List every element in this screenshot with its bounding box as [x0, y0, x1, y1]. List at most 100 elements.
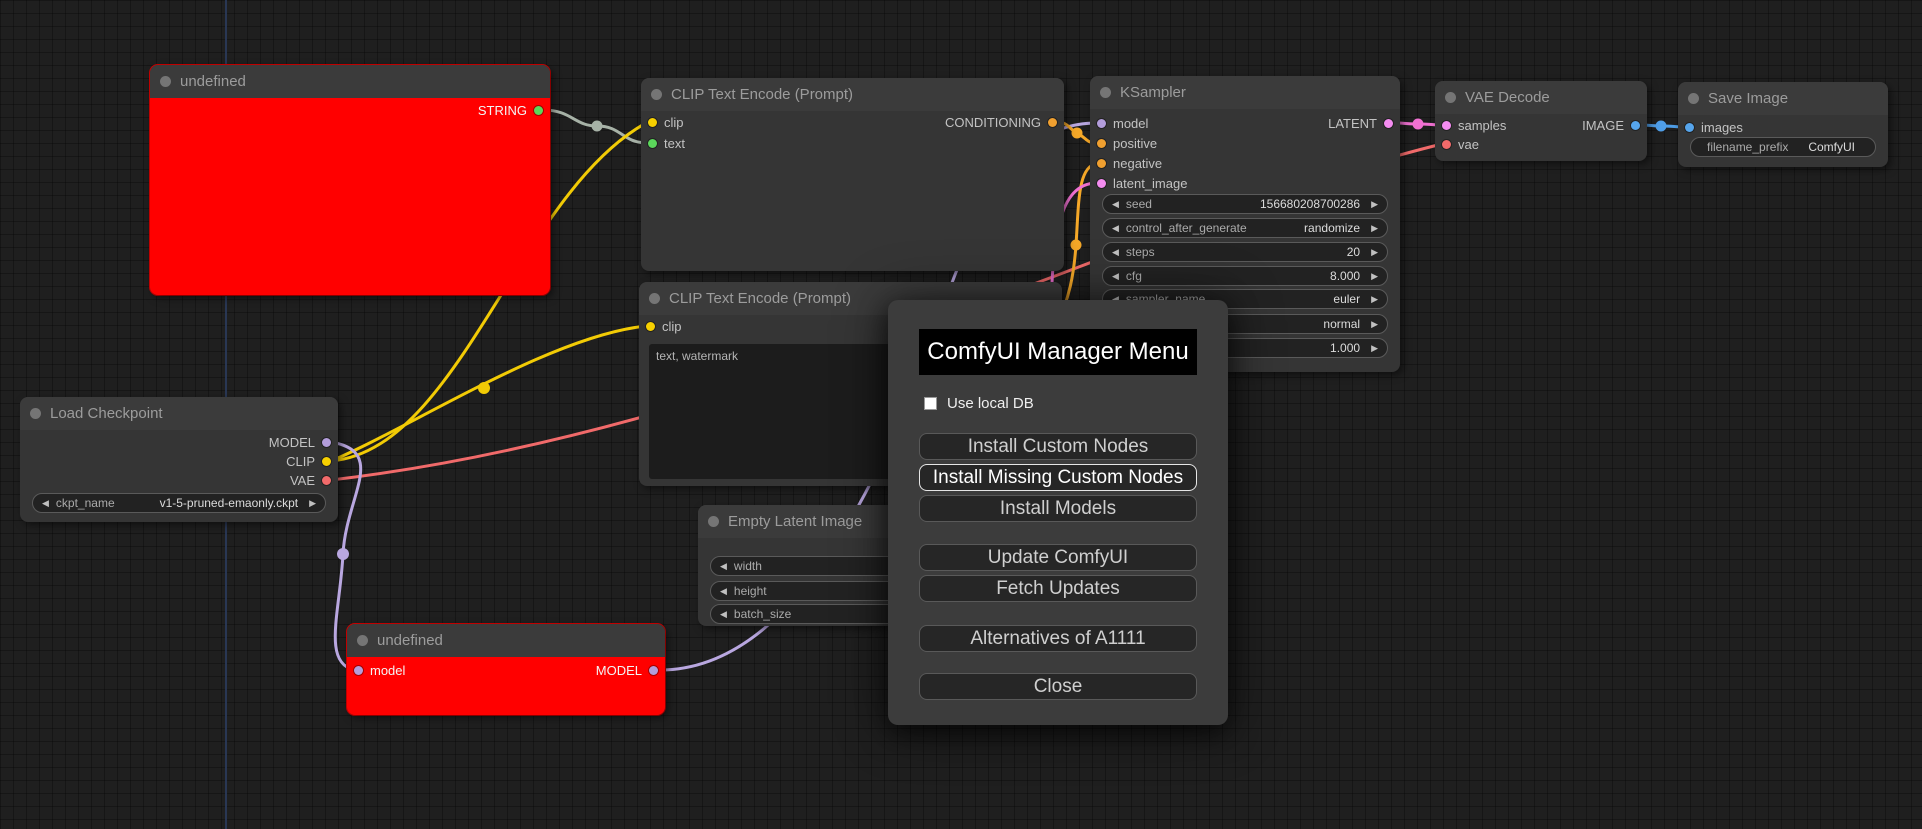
input-dot-images[interactable] [1685, 122, 1694, 132]
increment-arrow-icon[interactable]: ▶ [1371, 199, 1378, 209]
input-dot-clip[interactable] [646, 321, 655, 331]
update-comfyui-button[interactable]: Update ComfyUI [919, 544, 1197, 571]
output-dot-clip[interactable] [322, 456, 331, 466]
dialog-title: ComfyUI Manager Menu [919, 329, 1197, 375]
increment-arrow-icon[interactable]: ▶ [1371, 247, 1378, 257]
collapse-dot-icon[interactable] [30, 408, 41, 419]
node-title-bar[interactable]: CLIP Text Encode (Prompt) [641, 78, 1064, 111]
input-dot-text[interactable] [648, 138, 657, 148]
node-body [641, 111, 1064, 271]
input-dot-vae[interactable] [1442, 139, 1451, 149]
decrement-arrow-icon[interactable]: ◀ [1112, 199, 1119, 209]
input-slot-text: text [648, 134, 685, 152]
collapse-dot-icon[interactable] [160, 76, 171, 87]
output-slot-model: MODEL [596, 661, 658, 679]
collapse-dot-icon[interactable] [1688, 93, 1699, 104]
node-title-bar[interactable]: Load Checkpoint [20, 397, 338, 430]
output-dot-model[interactable] [322, 437, 331, 447]
input-dot-clip[interactable] [648, 117, 657, 127]
node-vae-decode[interactable]: VAE Decode samples vae IMAGE [1435, 81, 1647, 161]
output-dot-image[interactable] [1631, 120, 1640, 130]
increment-arrow-icon[interactable]: ▶ [1371, 319, 1378, 329]
node-save-image[interactable]: Save Image images filename_prefix ComfyU… [1678, 82, 1888, 167]
input-dot-latent-image[interactable] [1097, 178, 1106, 188]
decrement-arrow-icon[interactable]: ◀ [1112, 223, 1119, 233]
increment-arrow-icon[interactable]: ▶ [1371, 343, 1378, 353]
widget-ckpt-name[interactable]: ◀ ckpt_name v1-5-pruned-emaonly.ckpt ▶ [32, 493, 326, 513]
output-dot-model[interactable] [649, 665, 658, 675]
output-slot-conditioning: CONDITIONING [945, 113, 1057, 131]
reroute-dot-latent[interactable] [1412, 118, 1424, 130]
node-undefined-bottom[interactable]: undefined model MODEL [347, 624, 665, 715]
collapse-dot-icon[interactable] [357, 635, 368, 646]
install-custom-nodes-button[interactable]: Install Custom Nodes [919, 433, 1197, 460]
decrement-arrow-icon[interactable]: ◀ [720, 609, 727, 619]
output-dot-latent[interactable] [1384, 118, 1393, 128]
increment-arrow-icon[interactable]: ▶ [1371, 223, 1378, 233]
node-title-bar[interactable]: VAE Decode [1435, 81, 1647, 114]
node-title: Save Image [1708, 90, 1789, 107]
input-slot-clip: clip [646, 317, 682, 335]
dialog-button-group: Install Custom Nodes Install Missing Cus… [919, 433, 1197, 704]
reroute-dot-image[interactable] [1655, 120, 1667, 132]
node-title-bar[interactable]: KSampler [1090, 76, 1400, 109]
increment-arrow-icon[interactable]: ▶ [1371, 294, 1378, 304]
output-slot-vae: VAE [290, 471, 331, 489]
link-clip-to-negative-encoder [330, 324, 647, 463]
input-dot-model[interactable] [354, 665, 363, 675]
input-dot-samples[interactable] [1442, 120, 1451, 130]
decrement-arrow-icon[interactable]: ◀ [720, 586, 727, 596]
reroute-dot-conditioning-negative[interactable] [1070, 239, 1082, 251]
node-title-bar[interactable]: Save Image [1678, 82, 1888, 115]
reroute-dot-model[interactable] [337, 548, 349, 560]
reroute-dot-conditioning-positive[interactable] [1071, 127, 1083, 139]
input-slot-vae: vae [1442, 135, 1479, 153]
widget-seed[interactable]: ◀ seed 156680208700286 ▶ [1102, 194, 1388, 214]
output-slot-latent: LATENT [1328, 114, 1393, 132]
widget-steps[interactable]: ◀ steps 20 ▶ [1102, 242, 1388, 262]
close-button[interactable]: Close [919, 673, 1197, 700]
decrement-arrow-icon[interactable]: ◀ [42, 498, 49, 508]
reroute-dot-string[interactable] [591, 120, 603, 132]
node-title-bar[interactable]: undefined [150, 65, 550, 98]
node-title: CLIP Text Encode (Prompt) [669, 290, 852, 307]
collapse-dot-icon[interactable] [649, 293, 660, 304]
node-load-checkpoint[interactable]: Load Checkpoint MODEL CLIP VAE ◀ ckpt_na… [20, 397, 338, 522]
widget-cfg[interactable]: ◀ cfg 8.000 ▶ [1102, 266, 1388, 286]
node-title: VAE Decode [1465, 89, 1550, 106]
input-slot-samples: samples [1442, 116, 1506, 134]
fetch-updates-button[interactable]: Fetch Updates [919, 575, 1197, 602]
input-slot-images: images [1685, 118, 1743, 136]
widget-filename-prefix[interactable]: filename_prefix ComfyUI [1690, 137, 1876, 157]
input-dot-negative[interactable] [1097, 158, 1106, 168]
node-title-bar[interactable]: undefined [347, 624, 665, 657]
node-clip-text-encode-positive[interactable]: CLIP Text Encode (Prompt) clip text COND… [641, 78, 1064, 271]
collapse-dot-icon[interactable] [708, 516, 719, 527]
output-dot-conditioning[interactable] [1048, 117, 1057, 127]
collapse-dot-icon[interactable] [1445, 92, 1456, 103]
input-slot-positive: positive [1097, 134, 1157, 152]
decrement-arrow-icon[interactable]: ◀ [720, 561, 727, 571]
collapse-dot-icon[interactable] [1100, 87, 1111, 98]
decrement-arrow-icon[interactable]: ◀ [1112, 247, 1119, 257]
collapse-dot-icon[interactable] [651, 89, 662, 100]
output-dot-string[interactable] [534, 105, 543, 115]
reroute-dot-clip[interactable] [478, 382, 490, 394]
input-dot-positive[interactable] [1097, 138, 1106, 148]
install-models-button[interactable]: Install Models [919, 495, 1197, 522]
output-dot-vae[interactable] [322, 475, 331, 485]
increment-arrow-icon[interactable]: ▶ [309, 498, 316, 508]
input-slot-negative: negative [1097, 154, 1162, 172]
use-local-db-checkbox[interactable] [924, 397, 937, 410]
alternatives-of-a1111-button[interactable]: Alternatives of A1111 [919, 625, 1197, 652]
input-slot-model: model [1097, 114, 1148, 132]
decrement-arrow-icon[interactable]: ◀ [1112, 271, 1119, 281]
output-slot-image: IMAGE [1582, 116, 1640, 134]
node-title: KSampler [1120, 84, 1186, 101]
input-slot-clip: clip [648, 113, 684, 131]
input-dot-model[interactable] [1097, 118, 1106, 128]
node-undefined-top[interactable]: undefined STRING [150, 65, 550, 295]
widget-control-after-generate[interactable]: ◀ control_after_generate randomize ▶ [1102, 218, 1388, 238]
install-missing-custom-nodes-button[interactable]: Install Missing Custom Nodes [919, 464, 1197, 491]
increment-arrow-icon[interactable]: ▶ [1371, 271, 1378, 281]
